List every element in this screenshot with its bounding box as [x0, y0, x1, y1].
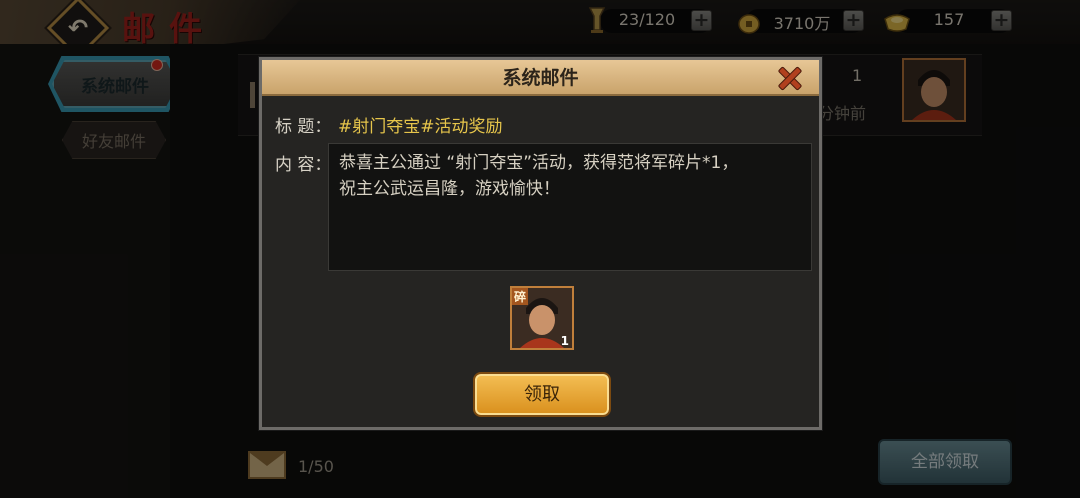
- content-label: 内 容：: [275, 155, 332, 175]
- reward-quantity: 1: [560, 334, 569, 348]
- mail-subject: #射门夺宝#活动奖励: [338, 117, 503, 137]
- mail-content-box: 恭喜主公通过 “射门夺宝”活动，获得范将军碎片*1， 祝主公武运昌隆，游戏愉快！: [328, 143, 812, 271]
- dialog-title: 系统邮件: [502, 67, 579, 89]
- mail-content-text: 恭喜主公通过 “射门夺宝”活动，获得范将军碎片*1， 祝主公武运昌隆，游戏愉快！: [339, 153, 739, 199]
- reward-item[interactable]: 碎 1: [510, 286, 574, 350]
- close-button[interactable]: [773, 63, 805, 93]
- fragment-tag: 碎: [512, 288, 529, 305]
- mail-detail-dialog: 系统邮件 标 题： #射门夺宝#活动奖励 内 容： 恭喜主公通过 “射门夺宝”活…: [259, 57, 822, 430]
- subject-label: 标 题：: [275, 117, 332, 137]
- claim-button[interactable]: 领取: [473, 372, 611, 417]
